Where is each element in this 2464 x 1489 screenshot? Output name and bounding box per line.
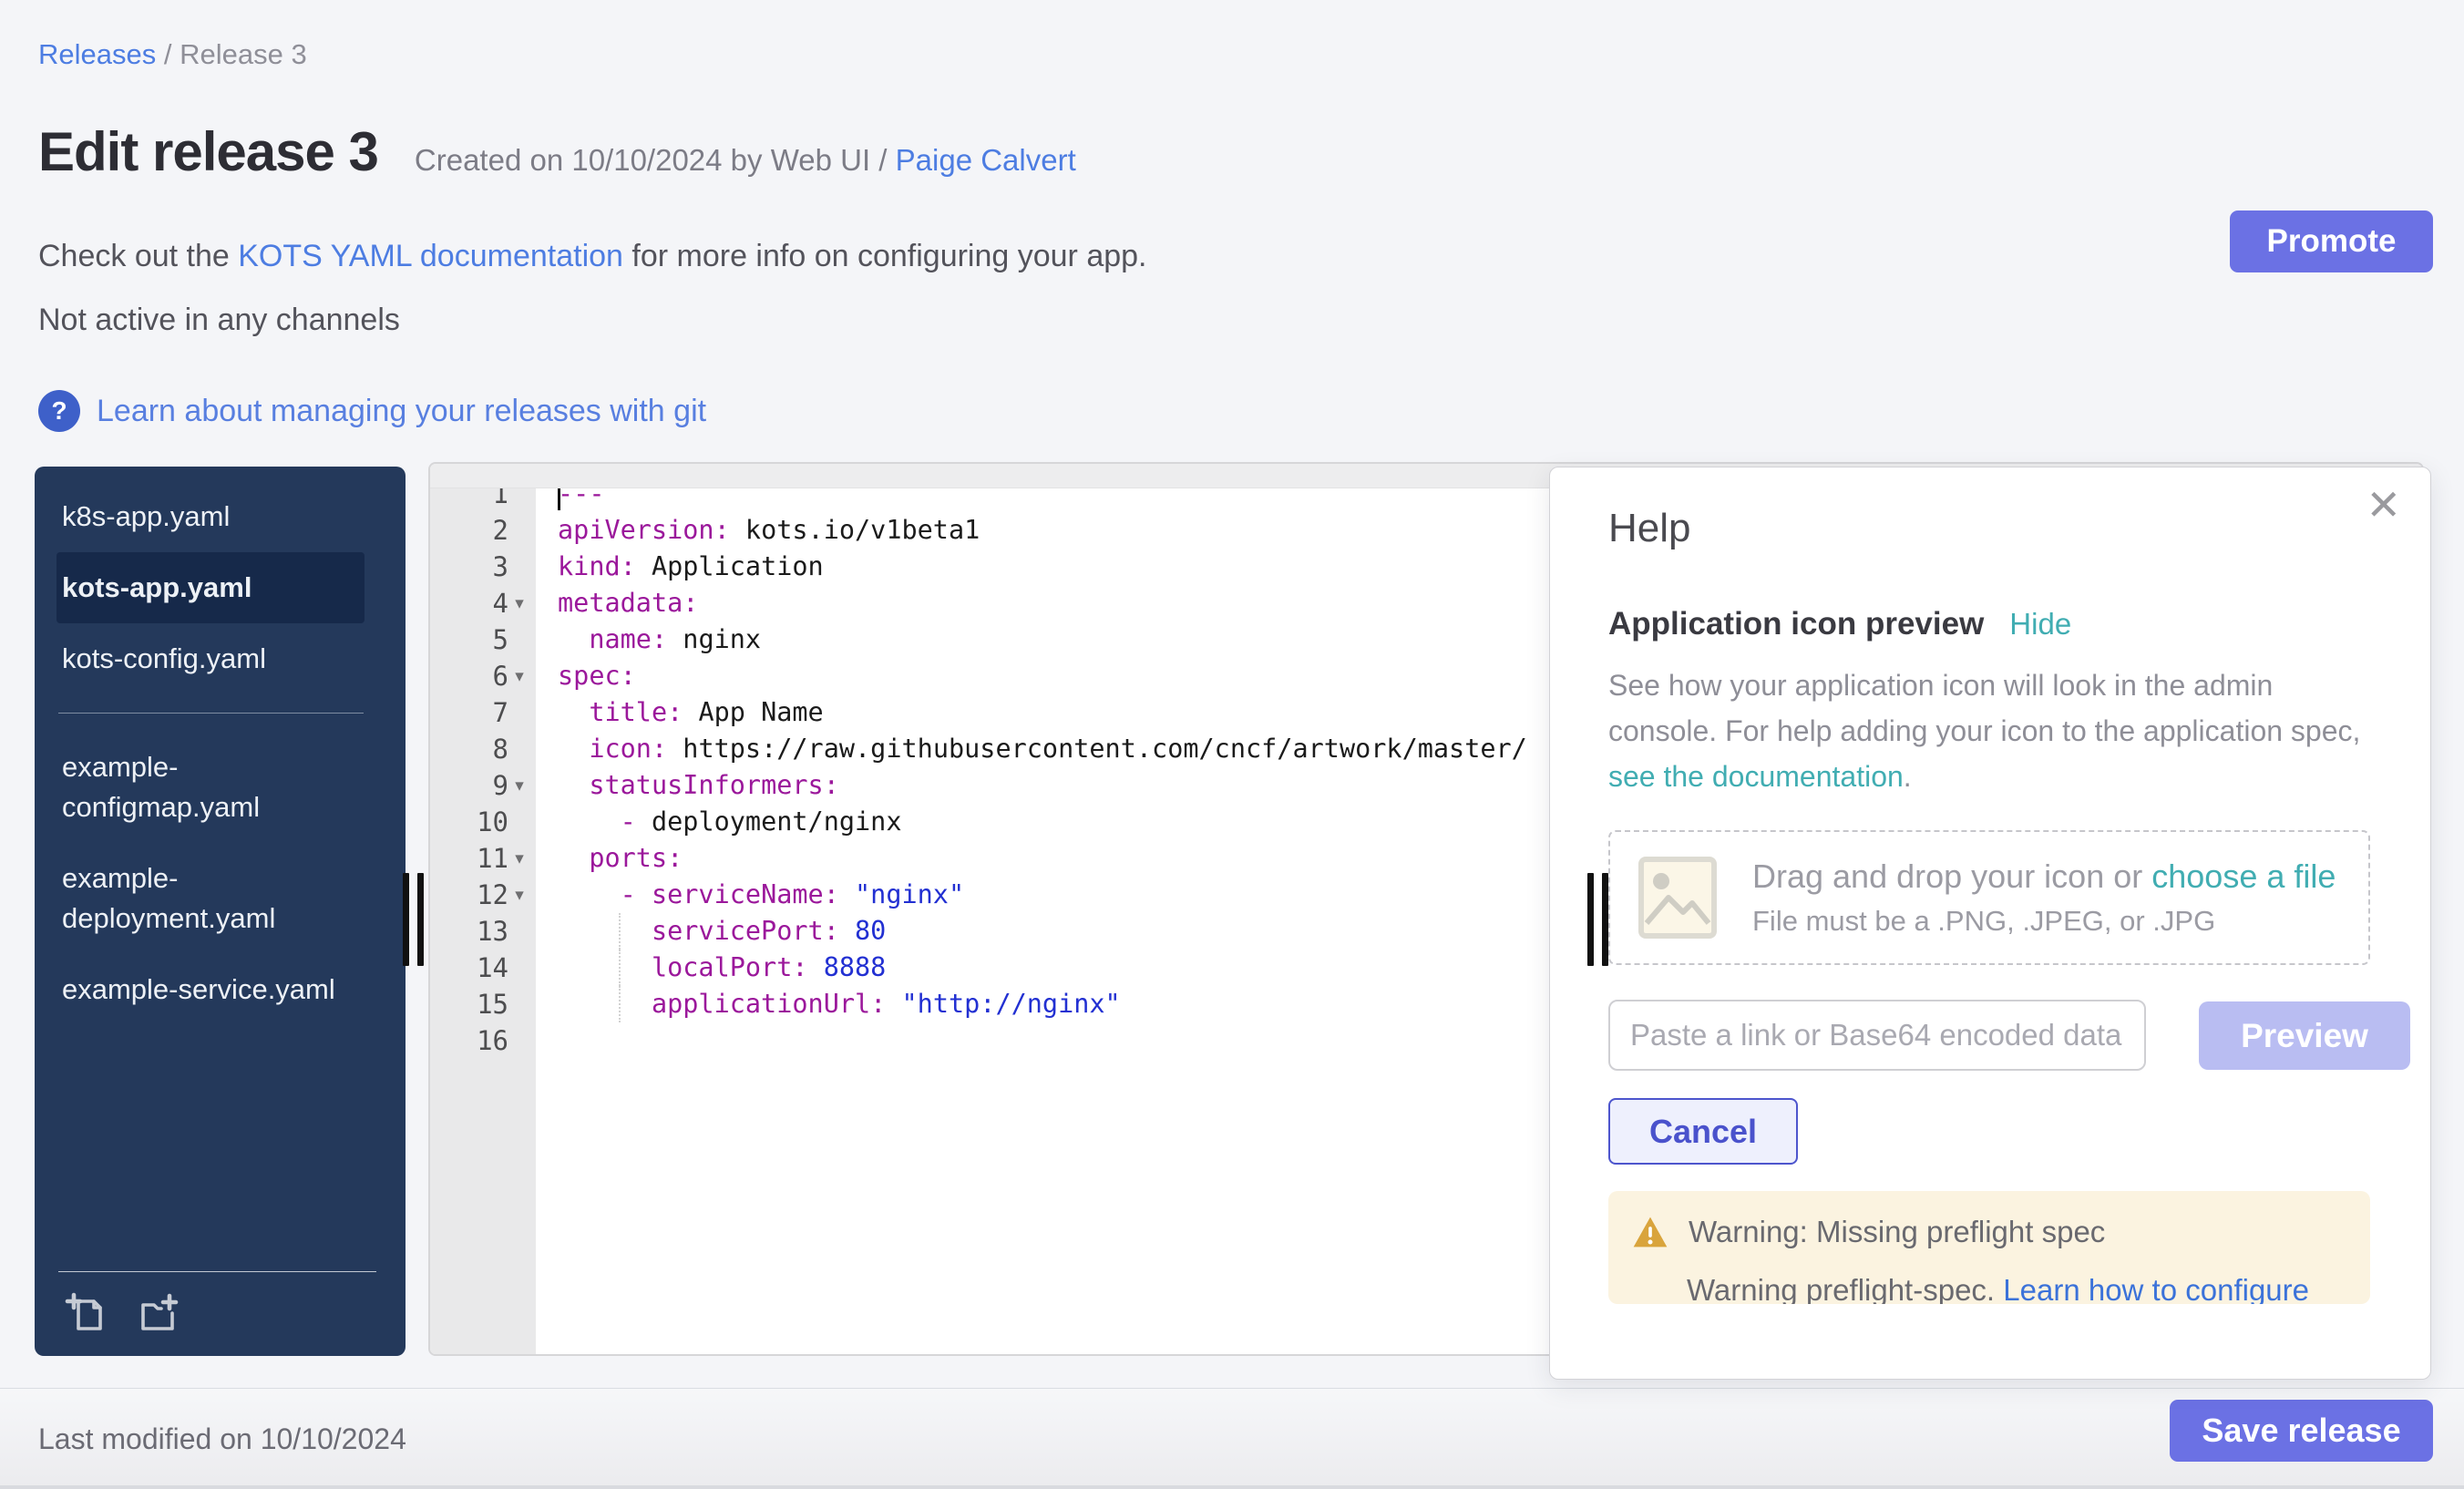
- close-icon[interactable]: ✕: [2366, 484, 2401, 526]
- dropzone-filetypes: File must be a .PNG, .JPEG, or .JPG: [1752, 905, 2336, 938]
- gutter-line-3: 3: [430, 549, 536, 585]
- doc-line-pre: Check out the: [38, 239, 238, 273]
- file-item-kots-app.yaml[interactable]: kots-app.yaml: [56, 552, 364, 623]
- page-title: Edit release 3: [38, 120, 378, 183]
- breadcrumb-separator: /: [156, 38, 180, 70]
- fold-arrow-icon[interactable]: ▾: [508, 848, 530, 869]
- dropzone-label: Drag and drop your icon or: [1752, 857, 2151, 895]
- file-list-divider: [58, 713, 364, 714]
- gutter-line-6: 6▾: [430, 658, 536, 694]
- gutter-line-7: 7: [430, 694, 536, 731]
- file-item-example-configmap.yaml[interactable]: example-configmap.yaml: [56, 732, 364, 843]
- file-item-example-deployment.yaml[interactable]: example-deployment.yaml: [56, 843, 364, 954]
- sidebar-footer-divider: [58, 1271, 376, 1272]
- breadcrumb: Releases / Release 3: [38, 38, 307, 71]
- channel-status: Not active in any channels: [38, 303, 400, 338]
- title-row: Edit release 3 Created on 10/10/2024 by …: [38, 120, 1076, 183]
- description-text: See how your application icon will look …: [1608, 669, 2360, 747]
- gutter-line-16: 16: [430, 1022, 536, 1059]
- sidebar-footer: [35, 1271, 406, 1356]
- question-circle-icon: ?: [38, 390, 80, 432]
- editor-gutter: 1234▾56▾789▾1011▾12▾13141516: [430, 488, 536, 1354]
- gutter-line-5: 5: [430, 621, 536, 658]
- icon-preview-title: Application icon preview: [1608, 606, 1984, 642]
- gutter-line-9: 9▾: [430, 767, 536, 804]
- see-documentation-link[interactable]: see the documentation: [1608, 760, 1904, 793]
- preview-button[interactable]: Preview: [2199, 1001, 2410, 1070]
- icon-dropzone[interactable]: Drag and drop your icon or choose a file…: [1608, 830, 2370, 965]
- image-placeholder-icon: [1638, 856, 1718, 940]
- author-link[interactable]: Paige Calvert: [896, 143, 1076, 177]
- fold-arrow-icon[interactable]: ▾: [508, 593, 530, 614]
- cancel-button[interactable]: Cancel: [1608, 1098, 1798, 1165]
- breadcrumb-releases-link[interactable]: Releases: [38, 38, 156, 70]
- breadcrumb-current: Release 3: [180, 38, 307, 70]
- kots-yaml-doc-link[interactable]: KOTS YAML documentation: [238, 239, 623, 273]
- file-browser-sidebar: k8s-app.yamlkots-app.yamlkots-config.yam…: [35, 467, 406, 1356]
- gutter-line-15: 15: [430, 986, 536, 1022]
- fold-arrow-icon[interactable]: ▾: [508, 775, 530, 796]
- gutter-line-8: 8: [430, 731, 536, 767]
- doc-line: Check out the KOTS YAML documentation fo…: [38, 239, 1147, 274]
- gutter-line-13: 13: [430, 913, 536, 950]
- promote-button[interactable]: Promote: [2230, 211, 2433, 272]
- git-help-row: ? Learn about managing your releases wit…: [38, 390, 706, 432]
- fold-arrow-icon[interactable]: ▾: [508, 666, 530, 687]
- doc-line-post: for more info on configuring your app.: [623, 239, 1147, 273]
- created-info: Created on 10/10/2024 by Web UI / Paige …: [415, 143, 1076, 178]
- hide-link[interactable]: Hide: [2009, 607, 2071, 642]
- gutter-line-12: 12▾: [430, 877, 536, 913]
- last-modified: Last modified on 10/10/2024: [38, 1389, 406, 1489]
- preflight-warning: Warning: Missing preflight spec Warning …: [1608, 1191, 2370, 1304]
- help-panel-resize-handle[interactable]: [1587, 873, 1608, 966]
- file-item-k8s-app.yaml[interactable]: k8s-app.yaml: [56, 481, 364, 552]
- gutter-line-1: 1: [430, 488, 536, 512]
- choose-file-link[interactable]: choose a file: [2151, 857, 2336, 895]
- new-file-icon[interactable]: [64, 1290, 108, 1334]
- gutter-lines: 1234▾56▾789▾1011▾12▾13141516: [430, 488, 536, 1059]
- warning-text: Warning: Missing preflight spec: [1689, 1215, 2105, 1249]
- edit-release-page: Releases / Release 3 Edit release 3 Crea…: [0, 0, 2464, 1489]
- learn-configure-link[interactable]: Learn how to configure: [2003, 1273, 2309, 1304]
- gutter-line-14: 14: [430, 950, 536, 986]
- icon-url-input[interactable]: [1608, 1000, 2146, 1071]
- save-release-button[interactable]: Save release: [2170, 1400, 2433, 1462]
- icon-preview-section-head: Application icon preview Hide: [1608, 606, 2071, 642]
- gutter-line-11: 11▾: [430, 840, 536, 877]
- new-folder-icon[interactable]: [135, 1290, 179, 1334]
- help-panel: ✕ Help Application icon preview Hide See…: [1549, 467, 2431, 1380]
- text-cursor: [558, 488, 560, 510]
- warning-triangle-icon: [1632, 1215, 1668, 1249]
- gutter-line-4: 4▾: [430, 585, 536, 621]
- fold-arrow-icon[interactable]: ▾: [508, 885, 530, 906]
- help-panel-title: Help: [1608, 506, 1691, 551]
- file-list: k8s-app.yamlkots-app.yamlkots-config.yam…: [35, 481, 406, 1271]
- file-item-kots-config.yaml[interactable]: kots-config.yaml: [56, 623, 364, 694]
- gutter-line-2: 2: [430, 512, 536, 549]
- footer-bar: Last modified on 10/10/2024 Save release: [0, 1388, 2464, 1489]
- git-releases-link[interactable]: Learn about managing your releases with …: [97, 394, 706, 429]
- icon-preview-description: See how your application icon will look …: [1608, 662, 2388, 799]
- warning-detail: Warning preflight-spec. Learn how to con…: [1687, 1273, 2346, 1304]
- description-period: .: [1904, 760, 1912, 793]
- file-item-example-service.yaml[interactable]: example-service.yaml: [56, 954, 364, 1025]
- created-prefix: Created on 10/10/2024 by Web UI /: [415, 143, 896, 177]
- sidebar-resize-handle[interactable]: [403, 873, 424, 966]
- dropzone-text: Drag and drop your icon or choose a file…: [1752, 857, 2336, 938]
- gutter-line-10: 10: [430, 804, 536, 840]
- warning-detail-text: Warning preflight-spec.: [1687, 1273, 2003, 1304]
